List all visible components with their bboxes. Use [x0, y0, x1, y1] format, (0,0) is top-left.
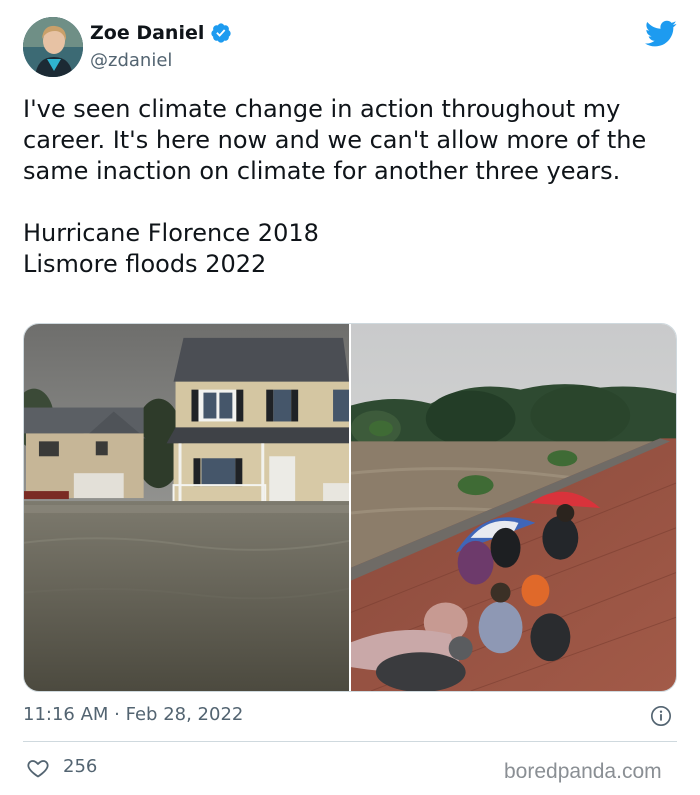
- media-grid[interactable]: [23, 323, 677, 692]
- divider: [23, 741, 677, 742]
- author-name[interactable]: Zoe Daniel: [90, 22, 204, 44]
- avatar[interactable]: [23, 17, 83, 77]
- photo-flooded-street[interactable]: [24, 324, 349, 691]
- tweet-timestamp[interactable]: 11:16 AM · Feb 28, 2022: [23, 704, 243, 725]
- author-handle[interactable]: @zdaniel: [90, 50, 172, 71]
- tweet-text: I've seen climate change in action throu…: [23, 95, 647, 278]
- roof-flood-image: [351, 324, 676, 691]
- watermark: boredpanda.com: [504, 760, 662, 783]
- verified-badge-icon: [211, 23, 231, 43]
- photo-people-on-roof[interactable]: [351, 324, 676, 691]
- info-icon[interactable]: [650, 705, 672, 727]
- author-name-row[interactable]: Zoe Daniel: [90, 22, 232, 44]
- flooded-street-image: [24, 324, 349, 691]
- like-count[interactable]: 256: [63, 756, 97, 777]
- avatar-image: [23, 17, 83, 77]
- heart-icon[interactable]: [26, 756, 50, 780]
- twitter-bird-icon[interactable]: [645, 20, 677, 48]
